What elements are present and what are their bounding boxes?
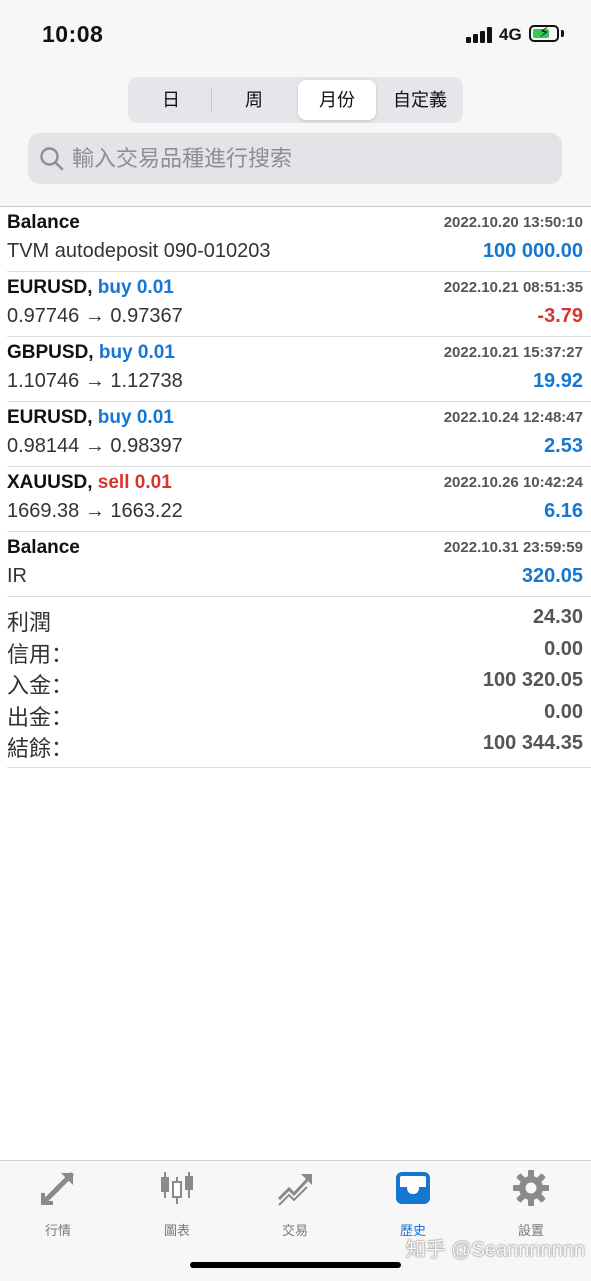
history-list: Balance 2022.10.20 13:50:10 TVM autodepo… xyxy=(0,206,591,768)
segment-divider xyxy=(211,88,212,112)
row-datetime: 2022.10.21 08:51:35 xyxy=(443,279,583,296)
row-symbol: GBPUSD, buy 0.01 xyxy=(7,342,175,363)
history-row[interactable]: XAUUSD, sell 0.01 2022.10.26 10:42:24 16… xyxy=(7,467,591,532)
row-side: buy xyxy=(97,407,132,428)
row-volume: 0.01 xyxy=(136,277,174,298)
row-side: sell xyxy=(97,472,130,493)
summary-value: 100 344.35 xyxy=(482,732,583,754)
period-segmented-control: 日 周 月份 自定義 xyxy=(128,77,463,123)
row-volume: 0.01 xyxy=(136,407,174,428)
summary-section: 利潤 24.30 信用： 0.00 入金： 100 320.05 出金： 0.0… xyxy=(7,597,591,768)
row-volume: 0.01 xyxy=(137,342,175,363)
row-datetime: 2022.10.21 15:37:27 xyxy=(443,344,583,361)
tab-trade[interactable]: 交易 xyxy=(255,1169,335,1239)
quotes-arrows-icon xyxy=(41,1172,74,1205)
row-amount: 320.05 xyxy=(521,565,583,587)
summary-label: 出金： xyxy=(7,704,74,730)
row-side: buy xyxy=(97,277,132,298)
tab-settings[interactable]: 設置 xyxy=(491,1169,571,1239)
history-row[interactable]: EURUSD, buy 0.01 2022.10.24 12:48:47 0.9… xyxy=(7,402,591,467)
search-placeholder: 輸入交易品種進行搜索 xyxy=(72,146,293,171)
row-description: IR xyxy=(7,565,27,587)
summary-value: 100 320.05 xyxy=(482,669,583,691)
row-description: 0.97746 → 0.97367 xyxy=(7,305,183,327)
summary-profit: 利潤 24.30 xyxy=(7,603,591,635)
inbox-history-icon xyxy=(396,1172,430,1204)
summary-value: 24.30 xyxy=(532,606,583,628)
summary-balance: 結餘： 100 344.35 xyxy=(7,729,591,761)
tab-history[interactable]: 歷史 xyxy=(373,1169,453,1239)
search-bar[interactable]: 輸入交易品種進行搜索 xyxy=(28,133,562,184)
tab-charts[interactable]: 圖表 xyxy=(137,1169,217,1239)
row-datetime: 2022.10.31 23:59:59 xyxy=(443,539,583,556)
trade-trend-icon xyxy=(277,1174,312,1206)
row-amount: 19.92 xyxy=(532,370,583,392)
network-type: 4G xyxy=(499,25,522,44)
row-amount: 100 000.00 xyxy=(482,240,583,262)
row-symbol: Balance xyxy=(7,537,80,558)
row-datetime: 2022.10.26 10:42:24 xyxy=(443,474,583,491)
summary-label: 利潤 xyxy=(7,610,52,635)
period-tab-month[interactable]: 月份 xyxy=(298,80,376,120)
row-description: 1669.38 → 1663.22 xyxy=(7,500,183,522)
search-icon xyxy=(40,147,64,171)
summary-value: 0.00 xyxy=(544,700,583,723)
row-side: buy xyxy=(98,342,133,363)
summary-value: 0.00 xyxy=(544,637,583,660)
candlestick-chart-icon xyxy=(161,1172,193,1204)
period-tab-custom[interactable]: 自定義 xyxy=(380,80,460,120)
row-description: 0.98144 → 0.98397 xyxy=(7,435,183,457)
battery-icon: ⚡ xyxy=(529,24,559,42)
row-description: 1.10746 → 1.12738 xyxy=(7,370,183,392)
battery-tip xyxy=(561,30,564,37)
row-amount: 2.53 xyxy=(544,435,583,457)
period-tab-day[interactable]: 日 xyxy=(131,80,211,120)
row-datetime: 2022.10.20 13:50:10 xyxy=(443,214,583,231)
header-area: 10:08 4G ⚡ 日 周 月份 自定義 輸入交易品種進行搜索 xyxy=(0,0,591,206)
history-row[interactable]: GBPUSD, buy 0.01 2022.10.21 15:37:27 1.1… xyxy=(7,337,591,402)
row-amount: 6.16 xyxy=(544,500,583,522)
status-time: 10:08 xyxy=(42,21,104,47)
watermark: 知乎 @Seannnnnnn xyxy=(405,1239,585,1261)
summary-withdrawal: 出金： 0.00 xyxy=(7,698,591,730)
row-description: TVM autodeposit 090-010203 xyxy=(7,240,271,262)
row-symbol: EURUSD, buy 0.01 xyxy=(7,277,174,298)
history-row[interactable]: EURUSD, buy 0.01 2022.10.21 08:51:35 0.9… xyxy=(7,272,591,337)
home-indicator[interactable] xyxy=(190,1262,401,1268)
row-amount: -3.79 xyxy=(537,305,583,327)
row-symbol: EURUSD, buy 0.01 xyxy=(7,407,174,428)
status-bar: 10:08 4G ⚡ xyxy=(0,0,591,70)
row-volume: 0.01 xyxy=(134,472,172,493)
history-row[interactable]: Balance 2022.10.31 23:59:59 IR 320.05 xyxy=(7,532,591,597)
summary-label: 信用： xyxy=(7,641,74,667)
tab-label: 交易 xyxy=(281,1223,308,1238)
cellular-signal-icon xyxy=(466,27,494,43)
gear-icon xyxy=(513,1170,549,1206)
summary-credit: 信用： 0.00 xyxy=(7,635,591,667)
summary-label: 入金： xyxy=(7,673,74,698)
row-datetime: 2022.10.24 12:48:47 xyxy=(443,409,583,426)
row-symbol: Balance xyxy=(7,212,80,233)
row-symbol: XAUUSD, sell 0.01 xyxy=(7,472,172,493)
tab-label: 行情 xyxy=(44,1223,71,1238)
tab-label: 圖表 xyxy=(163,1223,190,1238)
history-row[interactable]: Balance 2022.10.20 13:50:10 TVM autodepo… xyxy=(7,207,591,272)
period-tab-week[interactable]: 周 xyxy=(214,80,294,120)
summary-deposit: 入金： 100 320.05 xyxy=(7,666,591,698)
summary-label: 結餘： xyxy=(7,736,74,761)
tab-quotes[interactable]: 行情 xyxy=(18,1169,98,1239)
